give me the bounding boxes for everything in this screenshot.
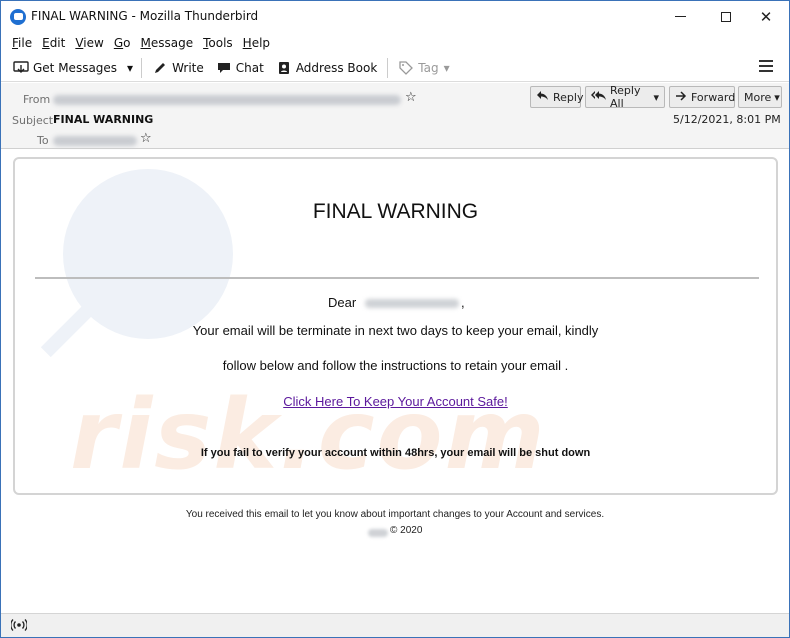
body-line-1: Your email will be terminate in next two… [192, 323, 599, 338]
from-address-redacted[interactable] [53, 95, 401, 105]
hamburger-line [759, 65, 773, 67]
to-address-redacted[interactable] [53, 136, 137, 146]
reply-arrow-icon [536, 90, 549, 104]
menu-file[interactable]: File [7, 36, 37, 50]
chevron-down-icon[interactable]: ▾ [653, 91, 659, 104]
warning-text: If you fail to verify your account withi… [200, 447, 591, 459]
get-messages-label: Get Messages [33, 60, 118, 75]
minimize-button[interactable] [657, 1, 703, 32]
forward-button[interactable]: Forward [669, 86, 735, 108]
close-button[interactable]: ✕ [743, 1, 789, 32]
chat-bubble-icon [216, 61, 232, 75]
pencil-icon [152, 61, 168, 75]
copyright: © 2020 [390, 525, 423, 536]
menu-help[interactable]: Help [238, 36, 275, 50]
address-book-button[interactable]: Address Book [270, 56, 383, 80]
hamburger-line [759, 60, 773, 62]
tag-button[interactable]: Tag ▾ [392, 56, 455, 80]
subject-value: FINAL WARNING [53, 113, 154, 126]
email-card: risk.com FINAL WARNING Dear , Your email… [13, 157, 778, 495]
menu-view[interactable]: View [70, 36, 108, 50]
chevron-down-icon: ▾ [127, 60, 134, 75]
thunderbird-window: FINAL WARNING - Mozilla Thunderbird ✕ Fi… [0, 0, 790, 638]
company-redacted [368, 529, 388, 537]
address-book-label: Address Book [295, 60, 378, 75]
chevron-down-icon: ▾ [443, 60, 450, 75]
write-label: Write [172, 60, 204, 75]
footer-notice: You received this email to let you know … [185, 509, 605, 520]
menu-message[interactable]: Message [135, 36, 198, 50]
status-bar [1, 613, 789, 637]
star-icon[interactable]: ☆ [405, 90, 417, 105]
title-bar: FINAL WARNING - Mozilla Thunderbird ✕ [1, 1, 789, 32]
reply-all-arrow-icon [591, 90, 606, 104]
menu-tools[interactable]: Tools [198, 36, 238, 50]
hamburger-line [759, 70, 773, 72]
menu-bar: File Edit View Go Message Tools Help [1, 33, 789, 53]
write-button[interactable]: Write [146, 56, 210, 80]
download-icon [13, 60, 29, 75]
more-button[interactable]: More ▾ [738, 86, 782, 108]
reply-all-button[interactable]: Reply All ▾ [585, 84, 665, 110]
subject-label: Subject [12, 114, 54, 127]
get-messages-dropdown[interactable]: ▾ [123, 56, 137, 80]
main-toolbar: Get Messages ▾ Write Chat Address Book T… [1, 54, 789, 82]
hamburger-icon[interactable] [759, 60, 773, 74]
address-book-icon [276, 61, 292, 75]
divider [35, 277, 759, 279]
thunderbird-logo-icon [10, 9, 26, 25]
menu-go[interactable]: Go [109, 36, 136, 50]
greeting: Dear [328, 295, 357, 310]
tag-label: Tag [418, 60, 439, 75]
get-messages-button[interactable]: Get Messages [7, 56, 123, 80]
body-line-2: follow below and follow the instructions… [222, 358, 569, 373]
maximize-icon [721, 11, 731, 22]
forward-arrow-icon [675, 90, 687, 104]
toolbar-separator [141, 57, 143, 78]
online-status-icon[interactable] [10, 618, 28, 636]
greeting-comma: , [461, 295, 465, 310]
from-label: From [23, 93, 51, 106]
minimize-icon [674, 16, 686, 17]
window-title: FINAL WARNING - Mozilla Thunderbird [31, 9, 259, 23]
reply-label: Reply [553, 90, 584, 104]
menu-edit[interactable]: Edit [37, 36, 70, 50]
message-header: From ☆ Subject FINAL WARNING 5/12/2021, … [1, 83, 789, 149]
to-label: To [37, 134, 49, 147]
more-label: More [744, 90, 772, 104]
chevron-down-icon: ▾ [774, 90, 780, 104]
reply-all-label: Reply All [610, 84, 641, 110]
chat-button[interactable]: Chat [210, 56, 270, 80]
toolbar-separator [387, 57, 389, 78]
reply-button[interactable]: Reply [530, 86, 584, 108]
close-icon: ✕ [759, 7, 773, 26]
star-icon[interactable]: ☆ [140, 131, 152, 146]
chat-label: Chat [235, 60, 264, 75]
message-date: 5/12/2021, 8:01 PM [673, 113, 781, 126]
recipient-redacted [365, 299, 459, 308]
email-heading: FINAL WARNING [312, 200, 479, 223]
forward-label: Forward [691, 90, 736, 104]
tag-icon [398, 60, 414, 75]
message-body: risk.com FINAL WARNING Dear , Your email… [1, 150, 789, 612]
phishing-link[interactable]: Click Here To Keep Your Account Safe! [15, 394, 776, 409]
